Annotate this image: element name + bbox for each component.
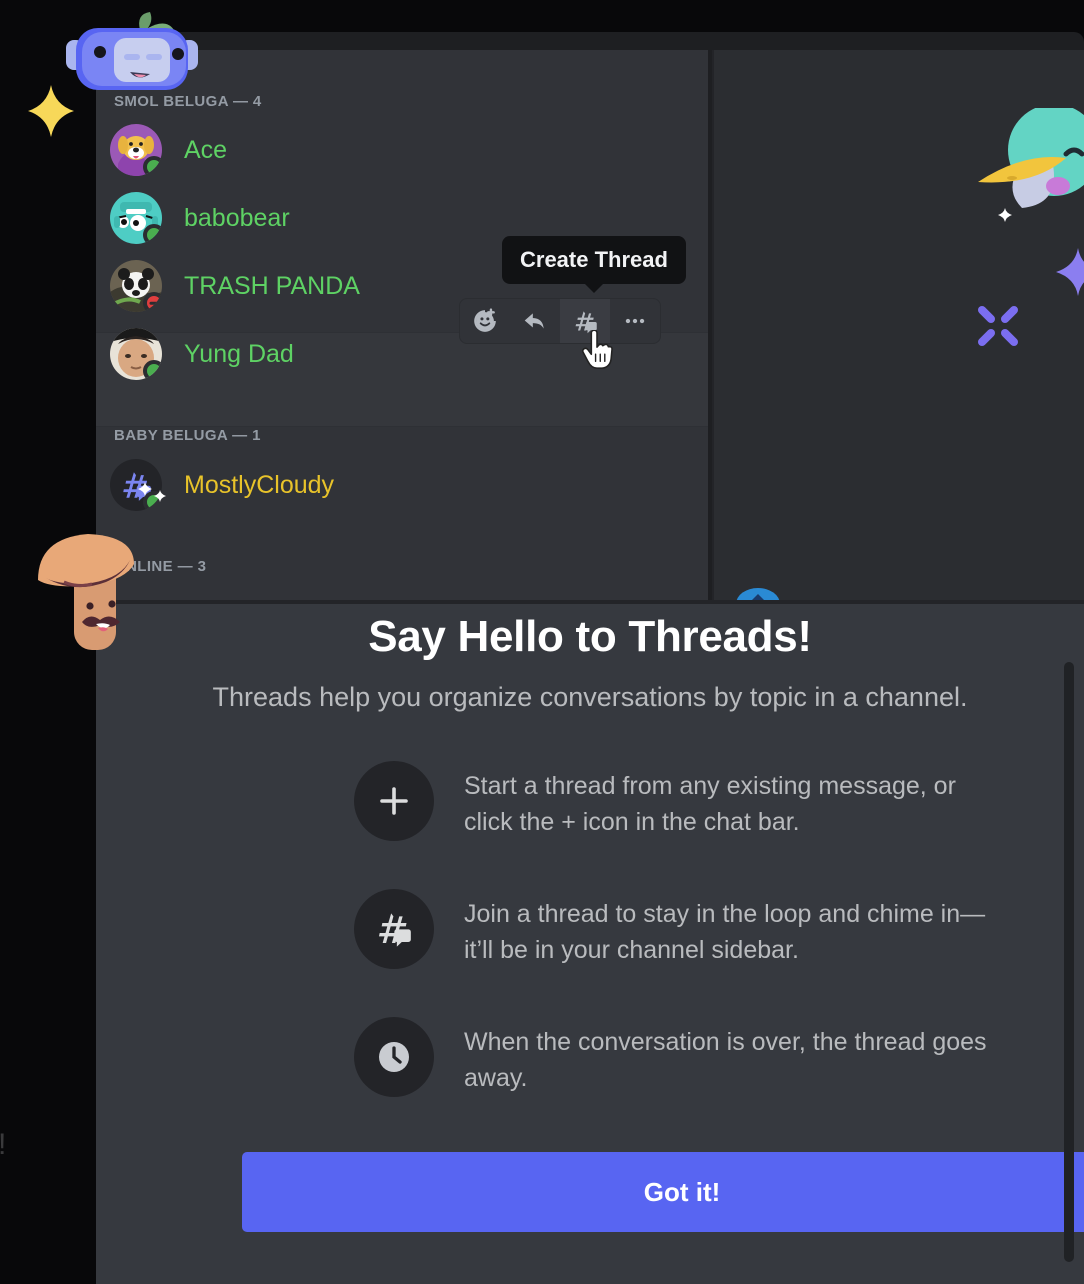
member-item-ace[interactable]: Ace [110,124,227,176]
modal-scrollbar[interactable] [1064,662,1074,1262]
create-thread-tooltip: Create Thread [502,236,686,293]
member-group-title: SMOL BELUGA — 4 [114,93,262,110]
member-name: Yung Dad [184,339,294,368]
robot-avatar [110,192,162,244]
mouse-cursor-pointing-hand [580,329,614,375]
member-group-title: BABY BELUGA — 1 [114,427,261,444]
member-name: babobear [184,203,290,232]
member-name: TRASH PANDA [184,271,360,300]
feature-item-start-thread: Start a thread from any existing message… [354,761,1084,841]
background-faint-text: )! [0,1128,6,1162]
member-name: Ace [184,135,228,164]
feature-text: Join a thread to stay in the loop and ch… [464,900,986,964]
feature-item-join-thread: Join a thread to stay in the loop and ch… [354,889,1084,969]
modal-subtitle: Threads help you organize conversations … [212,682,968,712]
panda-avatar [110,260,162,312]
feature-text: Start a thread from any existing message… [464,772,956,836]
status-indicator-dnd [143,292,162,312]
status-indicator-online [143,224,162,244]
status-indicator-online [143,491,162,511]
member-item-yung-dad[interactable]: Yung Dad [110,328,294,380]
feature-item-thread-expires: When the conversation is over, the threa… [354,1017,1084,1097]
more-icon[interactable] [610,299,660,343]
screen: SMOL BELUGA — 4 Ace babobear TRASH PANDA… [0,0,1084,1284]
baby-avatar [110,328,162,380]
reply-icon[interactable] [510,299,560,343]
member-item-babobear[interactable]: babobear [110,192,290,244]
status-indicator-online [143,360,162,380]
thread-avatar [110,459,162,511]
member-item-mostlycloudy[interactable]: MostlyCloudy [110,459,334,511]
status-indicator-online [143,156,162,176]
add-reaction-icon[interactable] [460,299,510,343]
got-it-button[interactable]: Got it! [242,1152,1084,1232]
feature-text: When the conversation is over, the threa… [464,1028,987,1092]
dog-avatar [110,124,162,176]
page-title: Say Hello to Threads! [368,612,812,661]
yellow-star-sparkle [28,85,74,142]
threads-onboarding-modal: Say Hello to Threads! Threads help you o… [96,600,1084,1284]
member-group-title: ONLINE — 3 [114,558,207,575]
thread-icon [354,889,434,969]
clock-icon [354,1017,434,1097]
member-name: MostlyCloudy [184,470,335,499]
message-actions-toolbar[interactable] [459,298,661,344]
feature-list: Start a thread from any existing message… [96,761,1084,1097]
member-item-trash-panda[interactable]: TRASH PANDA [110,260,360,312]
plus-icon [354,761,434,841]
